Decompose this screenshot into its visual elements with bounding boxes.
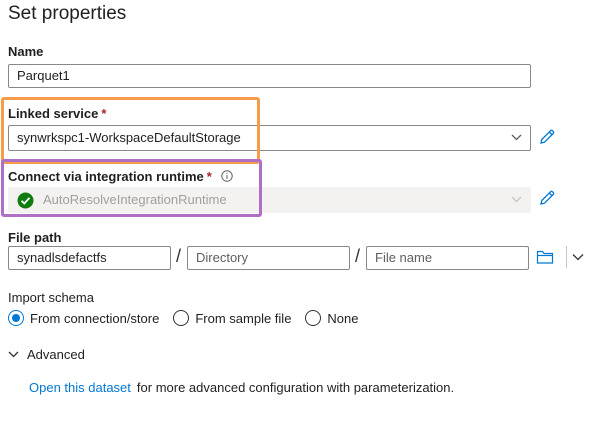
toolbar-divider: [566, 246, 567, 268]
edit-linked-service-pencil-icon[interactable]: [538, 128, 556, 146]
footer-text: Open this dataset for more advanced confi…: [29, 380, 455, 395]
radio-none[interactable]: None: [305, 310, 359, 326]
integration-runtime-value: AutoResolveIntegrationRuntime: [43, 192, 227, 207]
import-schema-label: Import schema: [8, 290, 94, 305]
linked-service-label: Linked service *: [8, 106, 107, 121]
file-path-filename-input[interactable]: File name: [366, 246, 529, 270]
integration-runtime-dropdown[interactable]: AutoResolveIntegrationRuntime: [8, 187, 531, 213]
page-title: Set properties: [8, 3, 127, 24]
radio-indicator[interactable]: [305, 310, 322, 326]
open-dataset-link[interactable]: Open this dataset: [29, 380, 131, 395]
name-label: Name: [8, 44, 44, 59]
required-indicator: *: [206, 169, 212, 184]
linked-service-dropdown[interactable]: synwrkspc1-WorkspaceDefaultStorage: [8, 125, 531, 151]
import-schema-radio-group: From connection/store From sample file N…: [8, 310, 373, 326]
chevron-down-icon: [511, 134, 522, 141]
success-check-icon: [17, 192, 34, 209]
advanced-toggle[interactable]: Advanced: [8, 347, 85, 362]
chevron-down-icon: [8, 351, 19, 358]
file-path-container-input[interactable]: synadlsdefactfs: [8, 246, 171, 270]
linked-service-value: synwrkspc1-WorkspaceDefaultStorage: [17, 130, 241, 145]
name-input[interactable]: Parquet1: [8, 64, 531, 88]
info-icon[interactable]: [221, 170, 234, 182]
required-indicator: *: [101, 106, 107, 121]
radio-indicator[interactable]: [173, 310, 190, 326]
integration-runtime-label: Connect via integration runtime *: [8, 169, 234, 184]
browse-folder-icon[interactable]: [536, 249, 554, 265]
path-separator: /: [176, 246, 182, 266]
chevron-down-icon: [511, 196, 522, 203]
path-separator: /: [355, 246, 361, 266]
radio-from-sample-file[interactable]: From sample file: [173, 310, 291, 326]
chevron-down-icon[interactable]: [572, 253, 584, 261]
file-path-label: File path: [8, 230, 62, 245]
radio-from-connection[interactable]: From connection/store: [8, 310, 159, 326]
radio-selected-indicator[interactable]: [8, 310, 24, 326]
file-path-directory-input[interactable]: Directory: [187, 246, 350, 270]
edit-integration-runtime-pencil-icon[interactable]: [538, 189, 556, 207]
